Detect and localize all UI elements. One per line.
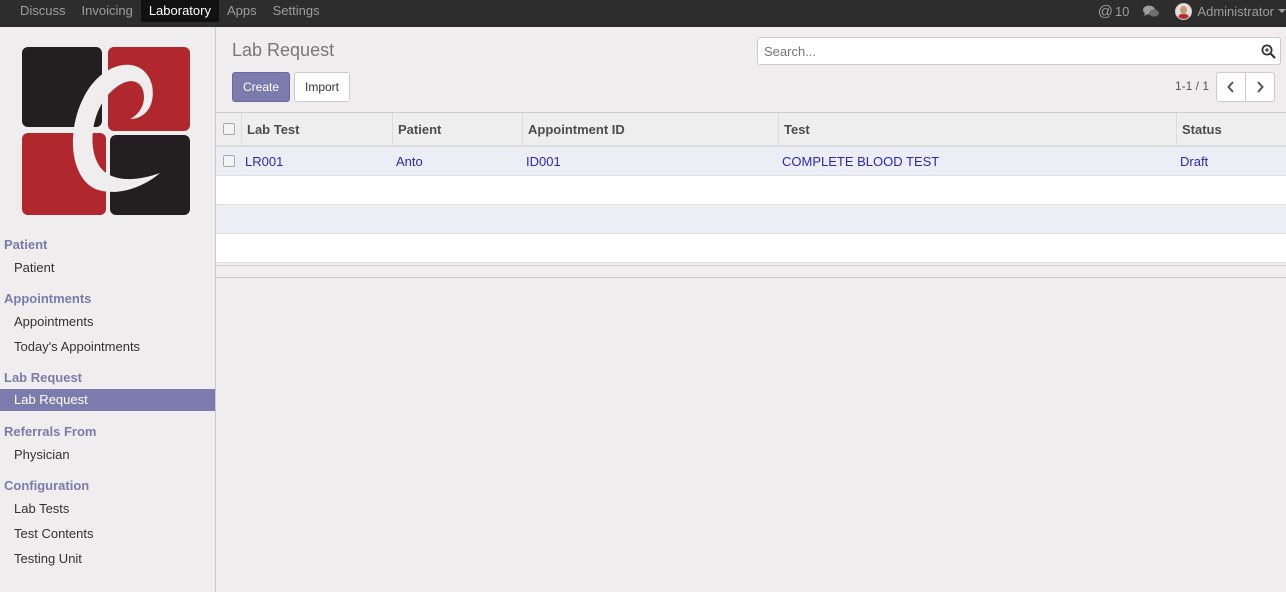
sidebar-item-lab-tests[interactable]: Lab Tests: [0, 498, 215, 520]
row-select-cell: [216, 147, 241, 175]
mentions-button[interactable]: @ 10: [1098, 3, 1130, 20]
app-menu: Discuss Invoicing Laboratory Apps Settin…: [12, 0, 328, 27]
empty-row: [216, 234, 1286, 263]
caret-down-icon[interactable]: [1278, 9, 1286, 13]
sidebar-item-patient[interactable]: Patient: [0, 257, 215, 279]
section-configuration: Configuration: [4, 478, 90, 493]
sidebar-item-testing-unit[interactable]: Testing Unit: [0, 548, 215, 570]
section-lab-request: Lab Request: [4, 370, 83, 385]
column-header-test[interactable]: Test: [778, 113, 1176, 145]
sidebar-item-physician[interactable]: Physician: [0, 444, 215, 466]
row-checkbox[interactable]: [222, 155, 235, 167]
section-patient: Patient: [4, 237, 48, 252]
company-logo: [22, 47, 190, 215]
menu-invoicing[interactable]: Invoicing: [74, 0, 141, 22]
chevron-left-icon: [1227, 81, 1234, 93]
menu-apps[interactable]: Apps: [219, 0, 265, 22]
sidebar-item-test-contents[interactable]: Test Contents: [0, 523, 215, 545]
empty-row: [216, 176, 1286, 205]
page-title: Lab Request: [232, 40, 335, 60]
menu-settings[interactable]: Settings: [265, 0, 328, 22]
section-referrals-from: Referrals From: [4, 424, 97, 439]
search-icon[interactable]: [1261, 44, 1276, 59]
cell-patient[interactable]: Anto: [392, 147, 522, 175]
section-appointments: Appointments: [4, 291, 92, 306]
select-all-checkbox[interactable]: [222, 123, 235, 135]
mention-count: 10: [1114, 3, 1130, 19]
sidebar-item-lab-request[interactable]: Lab Request: [0, 389, 215, 411]
table-footer: [216, 265, 1286, 278]
pager-value[interactable]: 1-1 / 1: [1175, 79, 1209, 93]
top-navbar: Discuss Invoicing Laboratory Apps Settin…: [0, 0, 1286, 27]
column-header-patient[interactable]: Patient: [392, 113, 522, 145]
sidebar-item-todays-appointments[interactable]: Today's Appointments: [0, 336, 215, 358]
create-button[interactable]: Create: [232, 72, 290, 102]
cell-test[interactable]: COMPLETE BLOOD TEST: [778, 147, 1176, 175]
select-all-cell: [216, 113, 241, 145]
lab-request-table: Lab Test Patient Appointment ID Test Sta…: [216, 112, 1286, 263]
pager-next-button[interactable]: [1245, 72, 1275, 102]
avatar[interactable]: [1175, 2, 1193, 20]
main-content: Lab Request Create Import 1-1 / 1 Lab Te…: [216, 27, 1286, 592]
systray: @ 10 Administrator: [1098, 0, 1286, 22]
column-header-appointment-id[interactable]: Appointment ID: [522, 113, 778, 145]
table-row[interactable]: LR001 Anto ID001 COMPLETE BLOOD TEST Dra…: [216, 147, 1286, 176]
column-header-lab-test[interactable]: Lab Test: [241, 113, 392, 145]
empty-row: [216, 205, 1286, 234]
chat-bubbles-icon[interactable]: [1143, 5, 1160, 17]
chevron-right-icon: [1257, 81, 1264, 93]
at-icon: @: [1097, 2, 1113, 20]
column-header-status[interactable]: Status: [1176, 113, 1286, 145]
import-button[interactable]: Import: [294, 72, 350, 102]
pager-previous-button[interactable]: [1216, 72, 1246, 102]
menu-discuss[interactable]: Discuss: [12, 0, 74, 22]
cell-status[interactable]: Draft: [1176, 147, 1286, 175]
user-name[interactable]: Administrator: [1197, 4, 1274, 19]
sidebar: Patient Patient Appointments Appointment…: [0, 27, 216, 592]
search-input[interactable]: [758, 38, 1248, 64]
cell-lab-test[interactable]: LR001: [241, 147, 392, 175]
cell-appointment-id[interactable]: ID001: [522, 147, 778, 175]
table-header: Lab Test Patient Appointment ID Test Sta…: [216, 113, 1286, 147]
menu-laboratory[interactable]: Laboratory: [140, 0, 219, 22]
sidebar-item-appointments[interactable]: Appointments: [0, 311, 215, 333]
search-box: [757, 37, 1281, 65]
